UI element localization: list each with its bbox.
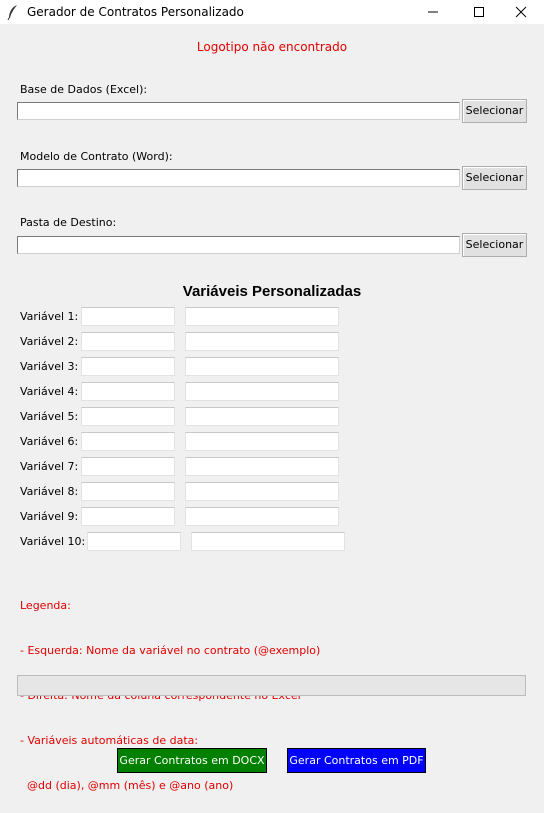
variable-label: Variável 2: — [20, 335, 79, 348]
minimize-icon — [428, 11, 438, 13]
maximize-icon — [474, 7, 484, 17]
variable-excel-column-input[interactable] — [185, 432, 339, 451]
variable-contract-name-input[interactable] — [81, 357, 175, 376]
variable-label: Variável 4: — [20, 385, 79, 398]
minimize-button[interactable] — [410, 0, 456, 24]
variable-label: Variável 10: — [20, 535, 86, 548]
destination-path-input[interactable] — [17, 236, 460, 254]
title-bar[interactable]: Gerador de Contratos Personalizado — [0, 0, 544, 24]
generate-docx-button[interactable]: Gerar Contratos em DOCX — [117, 748, 267, 773]
excel-label: Base de Dados (Excel): — [20, 83, 148, 96]
variable-label: Variável 3: — [20, 360, 79, 373]
variable-label: Variável 8: — [20, 485, 79, 498]
variable-excel-column-input[interactable] — [185, 357, 339, 376]
excel-path-input[interactable] — [17, 102, 460, 120]
excel-select-button[interactable]: Selecionar — [462, 99, 527, 123]
variable-excel-column-input[interactable] — [185, 482, 339, 501]
variable-contract-name-input[interactable] — [81, 507, 175, 526]
variable-excel-column-input[interactable] — [191, 532, 345, 551]
variable-label: Variável 7: — [20, 460, 79, 473]
variable-contract-name-input[interactable] — [81, 407, 175, 426]
variable-contract-name-input[interactable] — [81, 432, 175, 451]
variable-contract-name-input[interactable] — [87, 532, 181, 551]
variables-title: Variáveis Personalizadas — [182, 283, 362, 300]
variable-contract-name-input[interactable] — [81, 307, 175, 326]
legend-line: Legenda: — [20, 599, 71, 612]
variable-contract-name-input[interactable] — [81, 457, 175, 476]
maximize-button[interactable] — [456, 0, 502, 24]
variable-excel-column-input[interactable] — [185, 507, 339, 526]
close-button[interactable] — [498, 0, 544, 24]
generate-pdf-button[interactable]: Gerar Contratos em PDF — [287, 748, 426, 773]
word-select-button[interactable]: Selecionar — [462, 166, 527, 190]
progress-bar — [17, 675, 526, 696]
destination-label: Pasta de Destino: — [20, 216, 117, 229]
legend-line: @dd (dia), @mm (mês) e @ano (ano) — [20, 779, 234, 792]
variable-excel-column-input[interactable] — [185, 457, 339, 476]
variable-excel-column-input[interactable] — [185, 307, 339, 326]
variable-excel-column-input[interactable] — [185, 382, 339, 401]
variable-label: Variável 6: — [20, 435, 79, 448]
variable-label: Variável 9: — [20, 510, 79, 523]
variable-label: Variável 1: — [20, 310, 79, 323]
variable-excel-column-input[interactable] — [185, 332, 339, 351]
logo-missing-message: Logotipo não encontrado — [196, 40, 348, 54]
window-title: Gerador de Contratos Personalizado — [27, 5, 244, 19]
word-path-input[interactable] — [17, 169, 460, 187]
feather-icon — [6, 4, 20, 21]
legend-line: - Variáveis automáticas de data: — [20, 734, 199, 747]
variable-contract-name-input[interactable] — [81, 332, 175, 351]
variable-label: Variável 5: — [20, 410, 79, 423]
destination-select-button[interactable]: Selecionar — [462, 233, 527, 257]
legend-line: - Esquerda: Nome da variável no contrato… — [20, 644, 321, 657]
variable-contract-name-input[interactable] — [81, 382, 175, 401]
variable-contract-name-input[interactable] — [81, 482, 175, 501]
close-icon — [515, 6, 527, 18]
variable-excel-column-input[interactable] — [185, 407, 339, 426]
word-label: Modelo de Contrato (Word): — [20, 150, 173, 163]
